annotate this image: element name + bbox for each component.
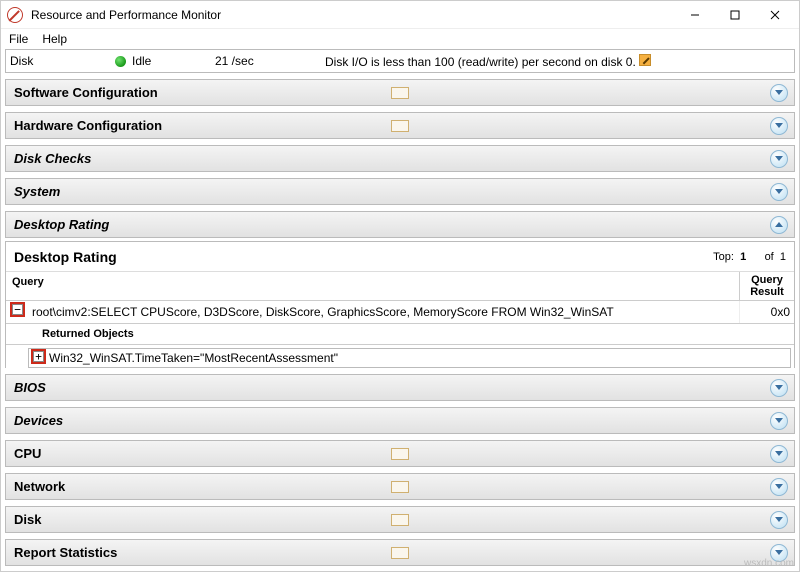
close-icon xyxy=(770,10,780,20)
tree-expand-icon[interactable]: + xyxy=(31,349,46,364)
chevron-down-icon xyxy=(770,412,788,430)
chevron-down-icon xyxy=(770,445,788,463)
menu-file[interactable]: File xyxy=(9,32,28,46)
section-label: Software Configuration xyxy=(14,85,158,100)
query-header-row: Query Query Result xyxy=(6,272,794,301)
watermark: wsxdn.com xyxy=(744,558,794,569)
section-disk-checks[interactable]: Disk Checks xyxy=(5,145,795,172)
calendar-icon xyxy=(391,87,409,99)
query-result-header: Query Result xyxy=(740,272,794,300)
window-title: Resource and Performance Monitor xyxy=(31,8,221,22)
chevron-down-icon xyxy=(770,379,788,397)
chevron-down-icon xyxy=(770,511,788,529)
chevron-down-icon xyxy=(770,150,788,168)
top-label: Top: xyxy=(713,251,734,263)
calendar-icon xyxy=(391,120,409,132)
section-devices[interactable]: Devices xyxy=(5,407,795,434)
section-disk[interactable]: Disk xyxy=(5,506,795,533)
section-desktop-rating-header[interactable]: Desktop Rating xyxy=(5,211,795,238)
edit-icon[interactable] xyxy=(639,54,651,66)
panel-title: Desktop Rating xyxy=(14,249,117,265)
close-button[interactable] xyxy=(755,1,795,29)
query-text: root\cimv2:SELECT CPUScore, D3DScore, Di… xyxy=(6,301,740,323)
section-network[interactable]: Network xyxy=(5,473,795,500)
query-header: Query xyxy=(6,272,740,300)
of-value: 1 xyxy=(780,251,786,263)
chevron-down-icon xyxy=(770,183,788,201)
app-icon xyxy=(7,7,23,23)
section-label: Devices xyxy=(14,413,63,428)
titlebar: Resource and Performance Monitor xyxy=(1,1,799,29)
chevron-down-icon xyxy=(770,117,788,135)
calendar-icon xyxy=(391,547,409,559)
chevron-up-icon xyxy=(770,216,788,234)
query-row: − root\cimv2:SELECT CPUScore, D3DScore, … xyxy=(6,301,794,323)
minimize-icon xyxy=(690,10,700,20)
section-label: System xyxy=(14,184,60,199)
desktop-rating-panel: Desktop Rating Top: 1 of 1 Query Query R… xyxy=(5,241,795,368)
section-label: Network xyxy=(14,479,65,494)
calendar-icon xyxy=(391,481,409,493)
menubar: File Help xyxy=(1,29,799,49)
section-label: Disk Checks xyxy=(14,151,91,166)
returned-objects-header: Returned Objects xyxy=(6,323,794,345)
query-result: 0x0 xyxy=(740,301,794,323)
section-bios[interactable]: BIOS xyxy=(5,374,795,401)
section-system[interactable]: System xyxy=(5,178,795,205)
status-dot-icon xyxy=(115,56,126,67)
calendar-icon xyxy=(391,448,409,460)
desktop-rating-title-row: Desktop Rating Top: 1 of 1 xyxy=(6,242,794,272)
section-hardware-configuration[interactable]: Hardware Configuration xyxy=(5,112,795,139)
maximize-button[interactable] xyxy=(715,1,755,29)
maximize-icon xyxy=(730,10,740,20)
section-software-configuration[interactable]: Software Configuration xyxy=(5,79,795,106)
chevron-down-icon xyxy=(770,84,788,102)
of-label: of xyxy=(765,251,774,263)
menu-help[interactable]: Help xyxy=(42,32,67,46)
disk-rate: 21 /sec xyxy=(215,54,325,68)
calendar-icon xyxy=(391,514,409,526)
section-label: CPU xyxy=(14,446,41,461)
top-value: 1 xyxy=(740,251,746,263)
section-label: Desktop Rating xyxy=(14,217,109,232)
minimize-button[interactable] xyxy=(675,1,715,29)
returned-object-text: Win32_WinSAT.TimeTaken="MostRecentAssess… xyxy=(49,351,338,365)
chevron-down-icon xyxy=(770,478,788,496)
section-label: Disk xyxy=(14,512,41,527)
disk-status-row: Disk Idle 21 /sec Disk I/O is less than … xyxy=(5,49,795,73)
section-label: BIOS xyxy=(14,380,46,395)
section-report-statistics[interactable]: Report Statistics xyxy=(5,539,795,566)
disk-status: Idle xyxy=(132,54,151,68)
disk-label: Disk xyxy=(10,54,115,68)
section-label: Report Statistics xyxy=(14,545,117,560)
returned-object-row: + Win32_WinSAT.TimeTaken="MostRecentAsse… xyxy=(28,348,791,368)
section-label: Hardware Configuration xyxy=(14,118,162,133)
section-cpu[interactable]: CPU xyxy=(5,440,795,467)
disk-message: Disk I/O is less than 100 (read/write) p… xyxy=(325,55,636,69)
